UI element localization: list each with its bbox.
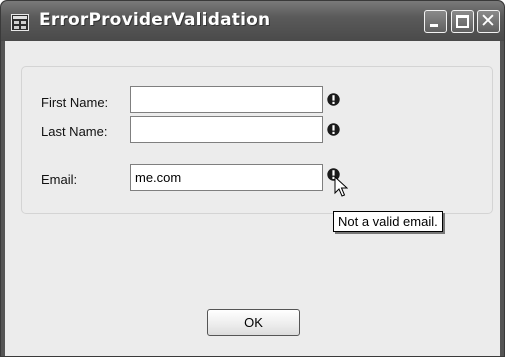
maximize-button[interactable] — [451, 10, 474, 33]
mouse-pointer-icon — [334, 176, 348, 197]
form-client-area: First Name: Last Name: Email: Not a vali… — [5, 41, 500, 356]
email-label: Email: — [41, 172, 78, 187]
close-icon: ✕ — [480, 10, 496, 32]
email-input[interactable] — [130, 164, 323, 191]
ok-button[interactable]: OK — [207, 309, 300, 336]
app-window: ErrorProviderValidation ✕ First Name: La… — [0, 0, 505, 357]
maximize-icon — [456, 15, 469, 28]
minimize-icon — [430, 24, 438, 27]
first-name-input[interactable] — [130, 86, 323, 113]
error-tooltip: Not a valid email. — [333, 211, 443, 232]
app-icon[interactable] — [11, 14, 29, 31]
last-name-error-icon[interactable] — [327, 123, 340, 136]
last-name-label: Last Name: — [41, 124, 108, 139]
close-button[interactable]: ✕ — [477, 10, 500, 33]
first-name-label: First Name: — [41, 95, 109, 110]
last-name-input[interactable] — [130, 116, 323, 143]
title-bar[interactable]: ErrorProviderValidation ✕ — [1, 1, 504, 41]
minimize-button[interactable] — [424, 10, 447, 33]
window-title: ErrorProviderValidation — [39, 10, 271, 30]
first-name-error-icon[interactable] — [327, 93, 340, 106]
